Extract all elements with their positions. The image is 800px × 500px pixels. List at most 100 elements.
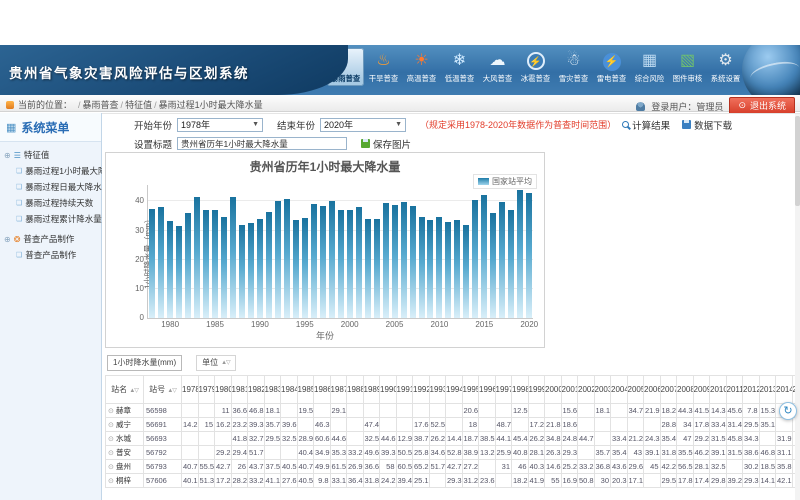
calc-result-button[interactable]: 计算结果 — [622, 118, 670, 132]
drought-icon: ♨ — [365, 49, 402, 73]
toolbar-item-composite-risk[interactable]: ▦综合风险 — [631, 48, 668, 86]
toolbar-item-snow[interactable]: ☃雪灾普查 — [555, 48, 592, 86]
col-header-year-1996[interactable]: 1996 — [479, 376, 496, 404]
col-header-id[interactable]: 站号 ▲▽ — [144, 376, 182, 404]
col-header-year-1994[interactable]: 1994 — [446, 376, 463, 404]
col-header-year-2004[interactable]: 2004 — [611, 376, 628, 404]
value-cell-2002: 44.7 — [578, 432, 595, 446]
col-header-year-2013[interactable]: 2013 — [759, 376, 776, 404]
unit-sort-control[interactable]: 单位 ▲▽ — [196, 355, 236, 371]
col-header-year-1998[interactable]: 1998 — [512, 376, 529, 404]
station-id-cell: 56792 — [144, 446, 182, 460]
breadcrumb-link[interactable]: 特征值 — [125, 100, 152, 110]
col-header-year-1999[interactable]: 1999 — [528, 376, 545, 404]
col-header-year-1997[interactable]: 1997 — [495, 376, 512, 404]
chart-bar-2013 — [463, 225, 469, 318]
value-cell-2009: 29.2 — [693, 432, 710, 446]
chart-bar-2014 — [472, 200, 478, 318]
tree-toggle-icon[interactable]: ⊕ — [4, 151, 11, 160]
vertical-scrollbar[interactable] — [795, 114, 800, 500]
col-header-year-1984[interactable]: 1984 — [281, 376, 298, 404]
breadcrumb-link[interactable]: 暴雨过程1小时最大降水量 — [159, 100, 263, 110]
col-header-year-2010[interactable]: 2010 — [710, 376, 727, 404]
value-cell-1983: 29.5 — [264, 432, 281, 446]
col-header-year-1979[interactable]: 1979 — [198, 376, 215, 404]
row-radio-icon[interactable]: ⊙ — [108, 478, 114, 485]
value-cell-1993: 51.7 — [429, 460, 446, 474]
value-cell-1989: 36.6 — [363, 460, 380, 474]
station-name: 水城 — [116, 434, 131, 443]
row-radio-icon[interactable]: ⊙ — [108, 408, 114, 415]
col-header-year-2002[interactable]: 2002 — [578, 376, 595, 404]
col-header-year-2009[interactable]: 2009 — [693, 376, 710, 404]
sidebar-item[interactable]: ❏暴雨过程1小时最大降水量 — [1, 163, 100, 179]
chart-bar-2007 — [410, 206, 416, 318]
col-header-year-1983[interactable]: 1983 — [264, 376, 281, 404]
col-header-year-2003[interactable]: 2003 — [594, 376, 611, 404]
toolbar-item-settings[interactable]: ⚙系统设置 — [707, 48, 744, 86]
toolbar-item-wind[interactable]: ☁大风普查 — [479, 48, 516, 86]
data-download-button[interactable]: 数据下载 — [682, 118, 732, 132]
toolbar-item-hail[interactable]: ⚡冰雹普查 — [517, 48, 554, 86]
row-radio-icon[interactable]: ⊙ — [108, 450, 114, 457]
col-header-year-1987[interactable]: 1987 — [330, 376, 347, 404]
value-field-box[interactable]: 1小时降水量(mm) — [107, 355, 182, 371]
value-cell-1987: 29.1 — [330, 404, 347, 418]
col-header-year-1989[interactable]: 1989 — [363, 376, 380, 404]
col-header-year-2006[interactable]: 2006 — [644, 376, 661, 404]
value-cell-1989 — [363, 404, 380, 418]
col-header-year-2011[interactable]: 2011 — [726, 376, 743, 404]
sidebar-item[interactable]: ❏暴雨过程持续天数 — [1, 195, 100, 211]
col-header-year-1995[interactable]: 1995 — [462, 376, 479, 404]
col-header-year-2005[interactable]: 2005 — [627, 376, 644, 404]
menu-group-header[interactable]: ⊕❂普查产品制作 — [1, 231, 100, 247]
chart-title: 贵州省历年1小时最大降水量 — [106, 158, 544, 175]
col-header-year-2014[interactable]: 2014 — [776, 376, 793, 404]
col-header-year-1980[interactable]: 1980 — [215, 376, 232, 404]
col-header-year-1993[interactable]: 1993 — [429, 376, 446, 404]
start-year-select[interactable]: 1978年 ▼ — [177, 118, 263, 132]
breadcrumb-link[interactable]: 暴雨普查 — [83, 100, 119, 110]
col-header-year-1986[interactable]: 1986 — [314, 376, 331, 404]
col-header-year-1991[interactable]: 1991 — [396, 376, 413, 404]
chart-bar-1991 — [266, 212, 272, 318]
scrollbar-thumb[interactable] — [795, 116, 800, 206]
menu-group-header[interactable]: ⊕☰特征值 — [1, 147, 100, 163]
tree-toggle-icon[interactable]: ⊕ — [4, 235, 11, 244]
col-header-year-1981[interactable]: 1981 — [231, 376, 248, 404]
sidebar-item[interactable]: ❏暴雨过程累计降水量 — [1, 211, 100, 227]
row-radio-icon[interactable]: ⊙ — [108, 422, 114, 429]
map-review-icon: ▧ — [669, 49, 706, 73]
toolbar-item-drought[interactable]: ♨干旱普查 — [365, 48, 402, 86]
col-header-year-2008[interactable]: 2008 — [677, 376, 694, 404]
toolbar-item-heat[interactable]: ☀高温普查 — [403, 48, 440, 86]
col-header-year-2001[interactable]: 2001 — [561, 376, 578, 404]
value-cell-1994: 14.4 — [446, 432, 463, 446]
sidebar-item[interactable]: ❏暴雨过程日最大降水量 — [1, 179, 100, 195]
sidebar-item[interactable]: ❏普查产品制作 — [1, 247, 100, 263]
col-header-year-2000[interactable]: 2000 — [545, 376, 562, 404]
col-header-year-2007[interactable]: 2007 — [660, 376, 677, 404]
value-cell-2007: 18.2 — [660, 404, 677, 418]
col-header-year-1982[interactable]: 1982 — [248, 376, 265, 404]
col-header-year-1992[interactable]: 1992 — [413, 376, 430, 404]
value-cell-1988 — [347, 418, 364, 432]
col-header-year-1978[interactable]: 1978 — [182, 376, 199, 404]
refresh-button[interactable]: ↻ — [779, 402, 797, 420]
toolbar-item-map-review[interactable]: ▧图件审核 — [669, 48, 706, 86]
col-header-year-1988[interactable]: 1988 — [347, 376, 364, 404]
toolbar-item-coldwave[interactable]: ❄低温普查 — [441, 48, 478, 86]
chart-title-input[interactable] — [177, 137, 347, 150]
toolbar-item-lightning[interactable]: ⚡雷电普查 — [593, 48, 630, 86]
table-area: 1小时降水量(mm) 单位 ▲▽ 站名 ▲▽站号 ▲▽1978197919801… — [105, 354, 800, 500]
col-header-year-2012[interactable]: 2012 — [743, 376, 760, 404]
value-cell-1994: 52.8 — [446, 446, 463, 460]
save-image-button[interactable]: 保存图片 — [361, 137, 411, 151]
row-radio-icon[interactable]: ⊙ — [108, 436, 114, 443]
col-header-station[interactable]: 站名 ▲▽ — [106, 376, 144, 404]
value-cell-1999: 17.2 — [528, 418, 545, 432]
row-radio-icon[interactable]: ⊙ — [108, 464, 114, 471]
col-header-year-1985[interactable]: 1985 — [297, 376, 314, 404]
col-header-year-1990[interactable]: 1990 — [380, 376, 397, 404]
end-year-select[interactable]: 2020年 ▼ — [320, 118, 406, 132]
